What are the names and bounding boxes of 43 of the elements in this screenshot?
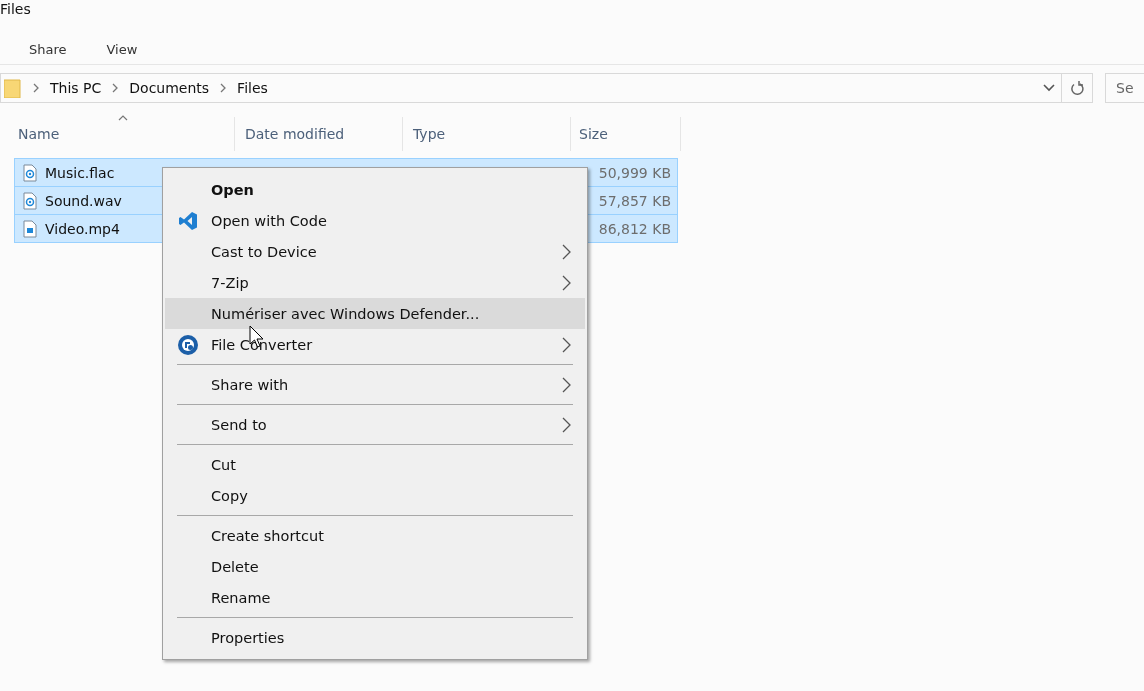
- file-name: Music.flac: [45, 164, 115, 181]
- menu-item[interactable]: Copy: [165, 480, 585, 511]
- file-size: 57,857 KB: [598, 192, 671, 209]
- file-name: Video.mp4: [45, 220, 120, 237]
- menu-item[interactable]: Delete: [165, 551, 585, 582]
- ribbon-tab[interactable]: View: [106, 41, 138, 57]
- audio-file-icon: [23, 163, 37, 182]
- window-title: Files: [0, 1, 31, 17]
- column-header[interactable]: Type: [403, 117, 571, 151]
- column-header[interactable]: Date modified: [235, 117, 403, 151]
- video-file-icon: [23, 219, 37, 238]
- file-size: 50,999 KB: [598, 164, 671, 181]
- breadcrumb[interactable]: Files: [237, 80, 268, 96]
- converter-icon: [177, 333, 199, 356]
- menu-item[interactable]: Rename: [165, 582, 585, 613]
- menu-item[interactable]: Create shortcut: [165, 520, 585, 551]
- menu-item[interactable]: Send to: [165, 409, 585, 440]
- address-bar[interactable]: This PC Documents Files: [0, 73, 1062, 103]
- ribbon-tab[interactable]: Share: [29, 41, 67, 57]
- chevron-icon: [219, 83, 228, 93]
- menu-item[interactable]: Cut: [165, 449, 585, 480]
- chevron-icon: [32, 83, 40, 93]
- breadcrumb[interactable]: Documents: [129, 80, 210, 96]
- file-size: 86,812 KB: [598, 220, 671, 237]
- menu-item[interactable]: Numériser avec Windows Defender...: [165, 298, 585, 329]
- file-name: Sound.wav: [45, 192, 122, 209]
- refresh-button[interactable]: [1062, 73, 1093, 103]
- menu-item[interactable]: 7-Zip: [165, 267, 585, 298]
- dropdown-icon[interactable]: [1043, 84, 1055, 92]
- menu-item[interactable]: Open with Code: [165, 205, 585, 236]
- column-header[interactable]: Name: [14, 117, 235, 151]
- folder-icon: [4, 78, 22, 98]
- menu-item[interactable]: Properties: [165, 622, 585, 653]
- chevron-icon: [111, 83, 120, 93]
- column-header[interactable]: Size: [571, 117, 681, 151]
- code-editor-icon: [178, 210, 198, 231]
- menu-item[interactable]: Open: [165, 174, 585, 205]
- breadcrumb[interactable]: This PC: [50, 80, 102, 96]
- menu-item[interactable]: Cast to Device: [165, 236, 585, 267]
- audio-file-icon: [23, 191, 37, 210]
- refresh-icon: [1070, 80, 1084, 96]
- search-field[interactable]: Se: [1105, 73, 1144, 103]
- menu-item[interactable]: Share with: [165, 369, 585, 400]
